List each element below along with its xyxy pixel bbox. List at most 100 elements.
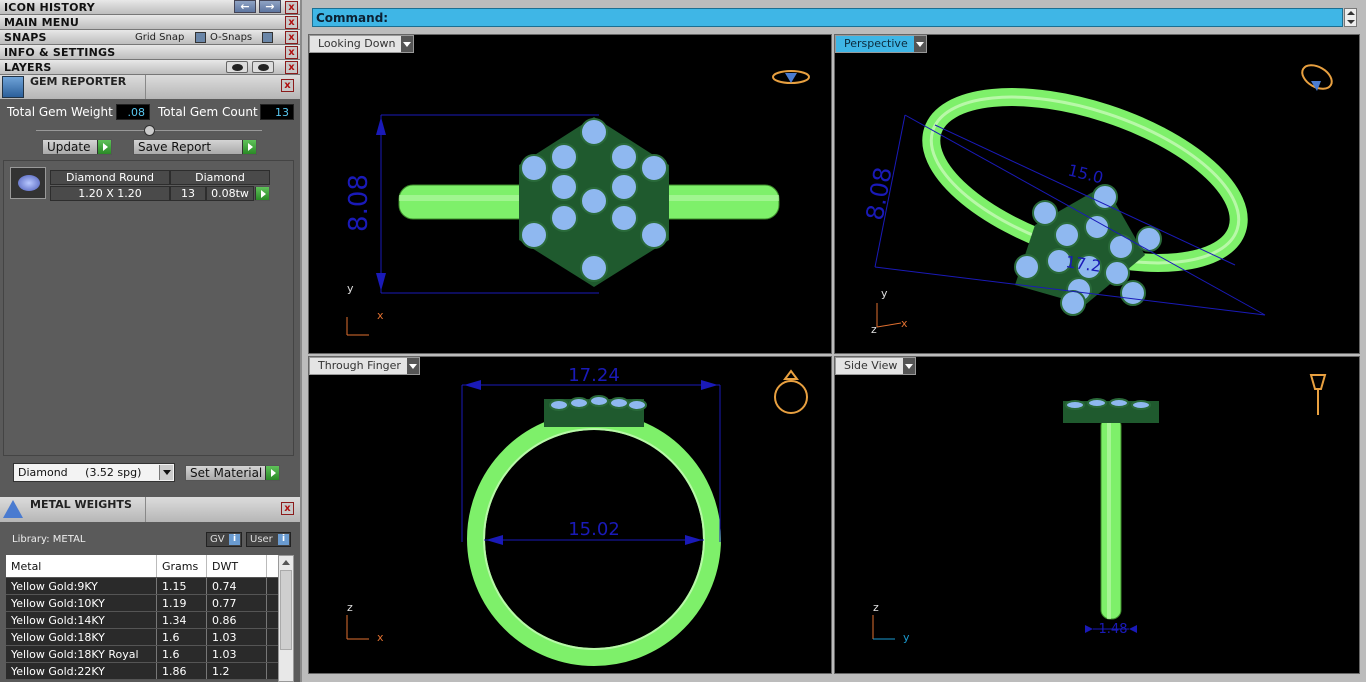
metal-dwt: 0.74 [207, 578, 267, 594]
metal-dwt: 1.03 [207, 629, 267, 645]
gem-material: Diamond [170, 170, 270, 185]
tab-through-finger[interactable]: Through Finger [309, 357, 420, 375]
gem-weight: 0.08tw [206, 186, 254, 201]
viewport-title: Through Finger [318, 359, 401, 372]
table-row[interactable]: Yellow Gold:18KY 1.6 1.03 [6, 629, 278, 646]
total-gem-weight-value: .08 [116, 104, 150, 120]
viewport-side-view[interactable]: 1.48 z y Side View [834, 356, 1360, 674]
chevron-down-icon[interactable] [913, 36, 926, 52]
table-row[interactable]: Yellow Gold:14KY 1.34 0.86 [6, 612, 278, 629]
command-bar[interactable]: Command: [312, 8, 1343, 27]
metal-dwt: 0.77 [207, 595, 267, 611]
perspective-render: 8.08 15.0 17.2 y z x [861, 64, 1333, 336]
table-row[interactable]: Yellow Gold:9KY 1.15 0.74 [6, 578, 278, 595]
metal-grams: 1.86 [157, 663, 207, 679]
close-icon[interactable]: x [281, 79, 294, 92]
tab-looking-down[interactable]: Looking Down [309, 35, 415, 53]
layers-header[interactable]: LAYERS x [0, 60, 300, 75]
set-material-button[interactable]: Set Material [185, 465, 280, 481]
play-icon [242, 140, 256, 154]
app-window: ICON HISTORY ← → x MAIN MENU x SNAPS Gri… [0, 0, 1366, 682]
info-icon: i [278, 534, 289, 545]
close-icon[interactable]: x [285, 46, 298, 59]
tab-perspective[interactable]: Perspective [835, 35, 927, 53]
chevron-down-icon[interactable] [401, 36, 414, 52]
viewport-through-finger[interactable]: 17.24 15.02 z x Through Finger [308, 356, 832, 674]
column-header-dwt[interactable]: DWT [207, 555, 267, 577]
gem-count: 13 [170, 186, 206, 201]
total-gem-weight-label: Total Gem Weight [7, 105, 113, 119]
save-report-label: Save Report [138, 140, 212, 154]
gv-toggle[interactable]: GV i [206, 532, 242, 547]
tab-side-view[interactable]: Side View [835, 357, 917, 375]
save-report-button[interactable]: Save Report [133, 139, 257, 155]
axis-x-label: x [377, 631, 384, 644]
dimension-width-label: 17.24 [568, 365, 620, 386]
viewport-perspective[interactable]: 8.08 15.0 17.2 y z x Perspective [834, 34, 1360, 354]
metal-weights-title: METAL WEIGHTS [30, 498, 132, 511]
slider-handle[interactable] [144, 125, 155, 136]
gem-size: 1.20 X 1.20 [50, 186, 170, 201]
snaps-header[interactable]: SNAPS Grid Snap O-Snaps x [0, 30, 300, 45]
metal-name: Yellow Gold:18KY [6, 629, 157, 645]
dimension-height-label: 8.08 [344, 174, 374, 232]
eye-icon[interactable] [252, 61, 274, 73]
play-icon [265, 466, 279, 480]
gem-row[interactable]: Diamond Round Diamond 1.20 X 1.20 13 0.0… [10, 165, 270, 201]
layer-visibility-icon[interactable] [226, 61, 248, 73]
table-row[interactable]: Yellow Gold:22KY 1.86 1.2 [6, 663, 278, 680]
close-icon[interactable]: x [281, 502, 294, 515]
grid-snap-label: Grid Snap [135, 32, 185, 43]
o-snaps-toggle[interactable] [262, 32, 273, 43]
axis-y-label: y [881, 287, 888, 300]
back-arrow-icon[interactable]: ← [234, 0, 256, 13]
metal-dwt: 1.03 [207, 646, 267, 662]
icon-history-header[interactable]: ICON HISTORY ← → x [0, 0, 300, 15]
update-button[interactable]: Update [42, 139, 112, 155]
close-icon[interactable]: x [285, 1, 298, 14]
close-icon[interactable]: x [285, 61, 298, 74]
axis-z-label: z [347, 601, 353, 614]
dimension-inner-label: 15.02 [568, 519, 620, 540]
table-row[interactable]: Yellow Gold:18KY Royal 1.6 1.03 [6, 646, 278, 663]
chevron-down-icon[interactable] [903, 358, 916, 374]
metal-name: Yellow Gold:9KY [6, 578, 157, 594]
gem-shape: Diamond Round [50, 170, 170, 185]
command-label: Command: [316, 11, 389, 25]
gem-reporter-title: GEM REPORTER [30, 75, 127, 88]
metal-weights-table: Metal Grams DWT Yellow Gold:9KY 1.15 0.7… [6, 555, 278, 680]
library-label: Library: METAL [12, 534, 86, 545]
set-material-label: Set Material [190, 466, 263, 480]
metal-grams: 1.6 [157, 646, 207, 662]
main-menu-title: MAIN MENU [4, 16, 79, 29]
user-toggle[interactable]: User i [246, 532, 291, 547]
main-menu-header[interactable]: MAIN MENU x [0, 15, 300, 30]
axis-y-label: y [347, 282, 354, 295]
grid-snap-toggle[interactable] [195, 32, 206, 43]
info-settings-header[interactable]: INFO & SETTINGS x [0, 45, 300, 60]
gem-go-button[interactable] [254, 186, 270, 201]
close-icon[interactable]: x [285, 31, 298, 44]
table-scrollbar[interactable] [278, 555, 294, 682]
viewport-looking-down[interactable]: 8.08 y x Looking Down [308, 34, 832, 354]
close-icon[interactable]: x [285, 16, 298, 29]
icon-history-title: ICON HISTORY [4, 1, 95, 14]
total-gem-count-value: 13 [260, 104, 294, 120]
metal-name: Yellow Gold:18KY Royal [6, 646, 157, 662]
axis-y-label: y [903, 631, 910, 644]
gem-reporter-header: GEM REPORTER x [0, 75, 300, 99]
command-spinner[interactable] [1344, 8, 1357, 27]
axis-z-label: z [871, 323, 877, 336]
material-select[interactable]: Diamond (3.52 spg) [13, 463, 175, 482]
material-select-value: Diamond (3.52 spg) [18, 466, 142, 479]
metal-weights-header: METAL WEIGHTS x [0, 497, 300, 522]
chevron-down-icon [159, 465, 173, 480]
table-row[interactable]: Yellow Gold:10KY 1.19 0.77 [6, 595, 278, 612]
forward-arrow-icon[interactable]: → [259, 0, 281, 13]
metal-grams: 1.19 [157, 595, 207, 611]
metal-dwt: 0.86 [207, 612, 267, 628]
column-header-grams[interactable]: Grams [157, 555, 207, 577]
left-panel: ICON HISTORY ← → x MAIN MENU x SNAPS Gri… [0, 0, 300, 682]
chevron-down-icon[interactable] [406, 358, 419, 374]
column-header-metal[interactable]: Metal [6, 555, 157, 577]
